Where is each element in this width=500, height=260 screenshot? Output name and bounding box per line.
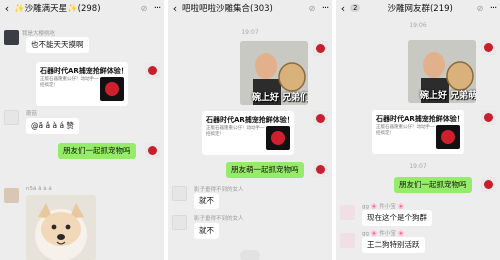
more-icon[interactable]: ··· — [318, 3, 332, 14]
more-icon[interactable]: ··· — [150, 3, 164, 14]
chat-header: ‹ 吧啦吧啦沙雕集合(303) ⊘ ··· — [168, 0, 332, 16]
chat-title: ✨沙雕满天星✨(298) — [14, 4, 101, 14]
chat-panel-2: ‹ 吧啦吧啦沙雕集合(303) ⊘ ··· 19:07 碗上好 兄弟们 石器时代… — [168, 0, 332, 260]
avatar[interactable] — [313, 111, 328, 126]
chat-title: 沙雕网友群(219) — [387, 4, 453, 14]
avatar[interactable] — [4, 110, 19, 125]
photo-caption: 碗上好 兄弟萌 — [420, 91, 476, 101]
timestamp: 19:06 — [409, 22, 427, 29]
avatar[interactable] — [340, 205, 355, 220]
dog-photo[interactable] — [26, 195, 96, 260]
card-thumbnail — [436, 125, 460, 149]
message-bubble[interactable]: 就不 — [194, 223, 219, 239]
chat-panel-1: ‹ ✨沙雕满天星✨(298) ⊘ ··· 我是大樱桃吃 也不能天天摸啊 石器时代… — [0, 0, 164, 260]
app-share-card[interactable]: 石器时代AR捕宠抢鲜体验！ 正版石器隆重公仔！动动手一招搞定! — [36, 62, 128, 106]
card-title: 石器时代AR捕宠抢鲜体验！ — [206, 116, 294, 124]
own-message-bubble[interactable]: 朋友们一起抓宠物吗 — [394, 177, 472, 193]
message-bubble[interactable]: 现在这个是个狗群 — [362, 210, 432, 226]
avatar[interactable] — [313, 162, 328, 177]
sender-name: 蘑菇 — [26, 111, 38, 117]
chat-panel-3: ‹ 2 沙雕网友群(219) ⊘ ··· 19:06 碗上好 兄弟萌 石器时代A… — [336, 0, 500, 260]
back-icon[interactable]: ‹ — [168, 2, 182, 15]
avatar[interactable] — [340, 233, 355, 248]
sender-name: n5ă ǎ à á — [26, 186, 52, 192]
avatar[interactable] — [481, 177, 496, 192]
card-description: 正版石器隆重公仔！动动手一招搞定! — [376, 125, 435, 136]
app-share-card[interactable]: 石器时代AR捕宠抢鲜体验！ 正版石器隆重公仔！动动手一招搞定! — [372, 110, 464, 154]
chat-title: 吧啦吧啦沙雕集合(303) — [182, 4, 273, 14]
avatar[interactable] — [481, 110, 496, 125]
chat-header: ‹ ✨沙雕满天星✨(298) ⊘ ··· — [0, 0, 164, 16]
photo-caption: 碗上好 兄弟们 — [252, 93, 308, 103]
card-title: 石器时代AR捕宠抢鲜体验！ — [40, 67, 128, 75]
card-description: 正版石器隆重公仔！动动手一招搞定! — [206, 126, 265, 137]
sender-name: gg 🌸 件小宝 🌸 — [362, 231, 405, 237]
sender-name: 影子垂得不到的女人 — [194, 216, 244, 222]
sender-name: gg 🌸 件小宝 🌸 — [362, 204, 405, 210]
more-icon[interactable]: ··· — [486, 3, 500, 14]
unread-badge: 2 — [350, 4, 361, 12]
avatar[interactable] — [481, 40, 496, 55]
meme-photo[interactable]: 碗上好 兄弟萌 — [408, 40, 476, 103]
avatar[interactable] — [172, 215, 187, 230]
avatar[interactable] — [172, 186, 187, 201]
own-message-bubble[interactable]: 朋友们一起抓宠物吗 — [58, 143, 136, 159]
sender-name: 影子垂得不到的女人 — [194, 187, 244, 193]
back-icon[interactable]: ‹ — [0, 2, 14, 15]
card-thumbnail — [266, 126, 290, 150]
card-title: 石器时代AR捕宠抢鲜体验！ — [376, 115, 464, 123]
dog-illustration — [35, 203, 87, 260]
mute-icon: ⊘ — [308, 3, 316, 13]
avatar[interactable] — [4, 188, 19, 203]
timestamp: 19:07 — [241, 29, 259, 36]
sender-name: 我是大樱桃吃 — [22, 31, 56, 37]
meme-photo[interactable]: 碗上好 兄弟们 — [240, 41, 308, 105]
scroll-indicator — [240, 250, 260, 260]
card-description: 正版石器隆重公仔！动动手一招搞定! — [40, 77, 99, 88]
avatar[interactable] — [4, 30, 19, 45]
mute-icon: ⊘ — [476, 3, 484, 13]
avatar[interactable] — [145, 63, 160, 78]
own-message-bubble[interactable]: 朋友萌一起抓宠物吗 — [226, 162, 304, 178]
back-icon[interactable]: ‹ — [336, 2, 350, 15]
message-bubble[interactable]: 王二狗特别活跃 — [362, 237, 425, 253]
timestamp: 19:07 — [409, 163, 427, 170]
mute-icon: ⊘ — [140, 3, 148, 13]
card-thumbnail — [100, 77, 124, 101]
app-share-card[interactable]: 石器时代AR捕宠抢鲜体验！ 正版石器隆重公仔！动动手一招搞定! — [202, 111, 294, 155]
message-bubble[interactable]: 也不能天天摸啊 — [26, 37, 89, 53]
avatar[interactable] — [145, 143, 160, 158]
message-bubble[interactable]: @ă ǎ à á 赞 — [26, 118, 79, 134]
chat-header: ‹ 2 沙雕网友群(219) ⊘ ··· — [336, 0, 500, 16]
message-bubble[interactable]: 就不 — [194, 193, 219, 209]
avatar[interactable] — [313, 41, 328, 56]
